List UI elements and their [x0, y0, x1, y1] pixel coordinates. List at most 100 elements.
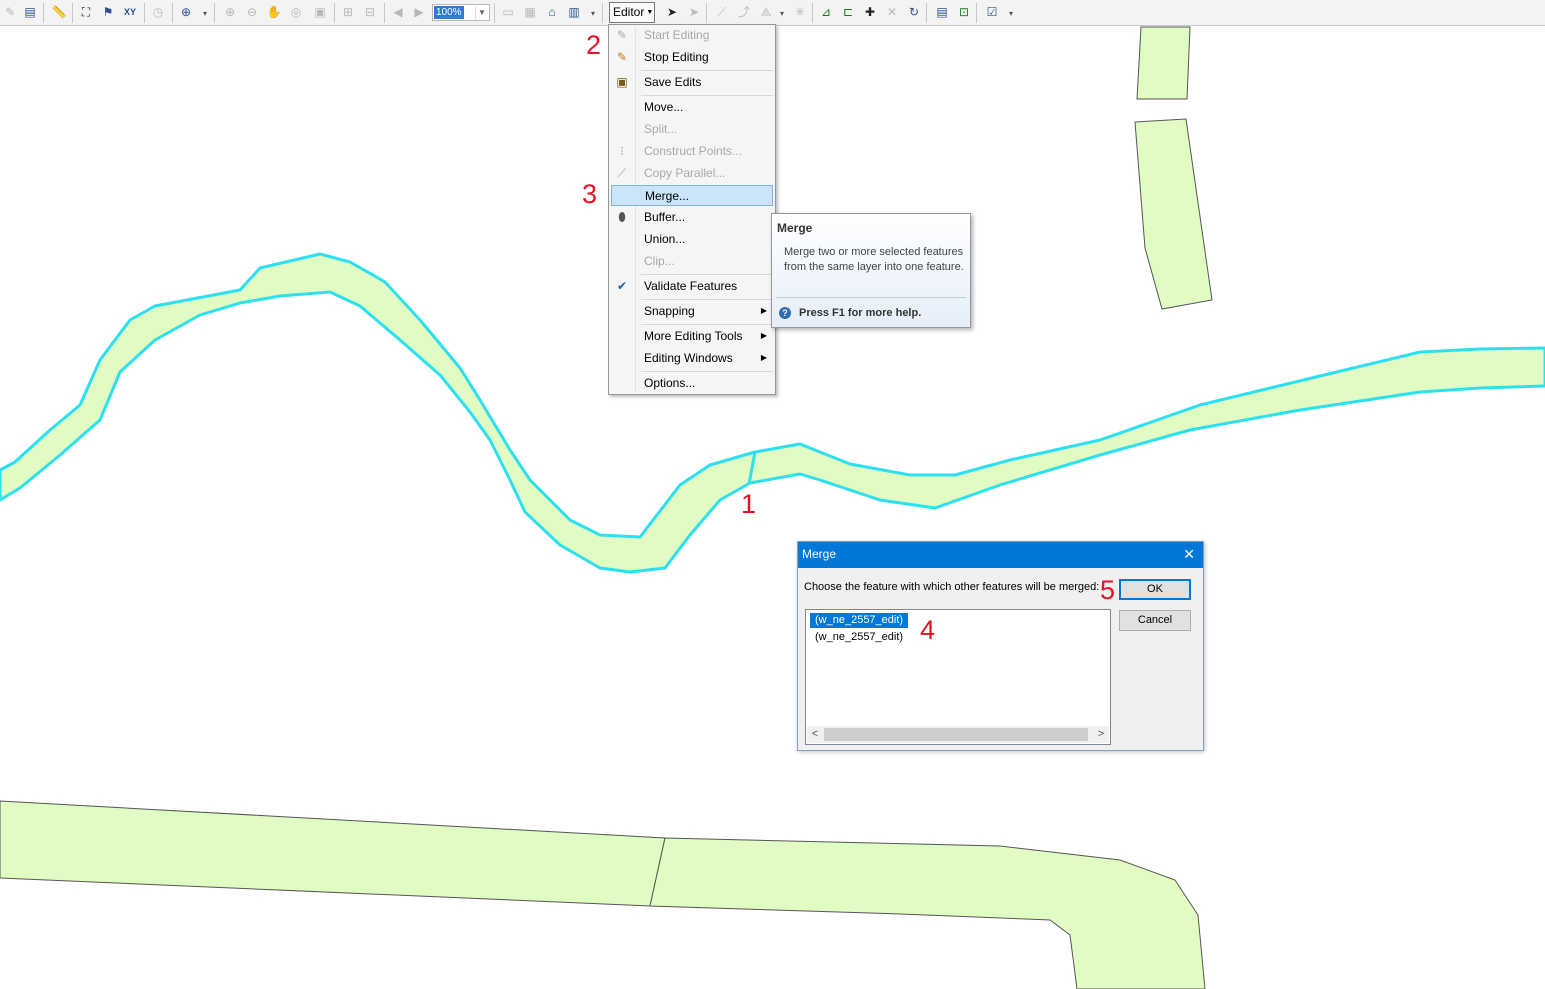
sketch-properties-icon[interactable]: ⊡: [956, 4, 972, 20]
attributes-icon[interactable]: ▤: [934, 4, 950, 20]
reshape-feature-icon[interactable]: ⊏: [840, 4, 856, 20]
feature-listbox[interactable]: (w_ne_2557_edit) (w_ne_2557_edit) < >: [805, 609, 1111, 745]
help-icon: ?: [779, 307, 791, 319]
split-tool-icon[interactable]: ✕: [884, 4, 900, 20]
ok-button[interactable]: OK: [1119, 579, 1191, 600]
toolbar-separator: [43, 3, 44, 23]
map-feature-polygon[interactable]: [0, 800, 666, 907]
toolbar-separator: [214, 3, 215, 23]
cut-polygons-icon[interactable]: ✚: [862, 4, 878, 20]
menu-item-construct-points[interactable]: ⁝ Construct Points...: [611, 141, 773, 162]
end-point-arc-icon[interactable]: ⤴: [736, 4, 752, 20]
create-features-icon[interactable]: ☑: [984, 4, 1000, 20]
buffer-icon: ⬮: [618, 210, 626, 224]
zoom-in-icon[interactable]: ⊕: [222, 4, 238, 20]
copy-parallel-icon: ⟋: [617, 166, 627, 180]
toolbar-separator: [334, 3, 335, 23]
chevron-down-icon: ▼: [646, 9, 654, 17]
menu-item-start-editing[interactable]: ✎ Start Editing: [611, 25, 773, 46]
toolbar-separator: [926, 3, 927, 23]
menu-item-options[interactable]: Options...: [611, 373, 773, 394]
menu-item-copy-parallel[interactable]: ⟋ Copy Parallel...: [611, 163, 773, 184]
tooltip-title: Merge: [777, 221, 813, 235]
html-popup-icon[interactable]: ▤: [22, 4, 38, 20]
create-viewer-icon[interactable]: ⊕: [178, 4, 194, 20]
point-tool-icon[interactable]: ✳: [792, 4, 808, 20]
data-driven-pages-icon[interactable]: ▥: [566, 4, 582, 20]
editor-menu-label: Editor: [613, 5, 645, 19]
menu-item-editing-windows[interactable]: Editing Windows ▶: [611, 348, 773, 369]
menu-item-more-editing-tools[interactable]: More Editing Tools ▶: [611, 326, 773, 347]
stop-editing-icon: ✎: [616, 50, 628, 64]
map-feature-polygon[interactable]: [649, 837, 1206, 989]
dialog-prompt: Choose the feature with which other feat…: [804, 581, 1100, 593]
step-annotation-2: 2: [586, 30, 602, 60]
toolbar-overflow-icon[interactable]: ▾: [777, 6, 787, 22]
menu-item-label: Clip...: [644, 254, 675, 268]
menu-item-move[interactable]: Move...: [611, 97, 773, 118]
menu-item-split[interactable]: Split...: [611, 119, 773, 140]
toolbar-separator: [384, 3, 385, 23]
next-extent-icon[interactable]: ▶: [411, 4, 427, 20]
zoom-to-page-icon[interactable]: ▣: [312, 4, 328, 20]
toolbar-separator: [706, 3, 707, 23]
cancel-button[interactable]: Cancel: [1119, 610, 1191, 631]
close-icon[interactable]: ✕: [1183, 546, 1195, 562]
fixed-zoom-out-icon[interactable]: ⊟: [362, 4, 378, 20]
horizontal-scrollbar[interactable]: < >: [807, 726, 1109, 743]
menu-item-label: Buffer...: [644, 210, 686, 224]
edit-vertices-icon[interactable]: ⊿: [818, 4, 834, 20]
toolbar-overflow-icon[interactable]: ▾: [1006, 6, 1016, 22]
previous-extent-icon[interactable]: ◀: [390, 4, 406, 20]
find-binoculars-icon[interactable]: ⛶: [78, 4, 94, 20]
editor-menu-button[interactable]: Editor ▼: [609, 2, 655, 23]
edit-annotation-icon[interactable]: ➤: [686, 4, 702, 20]
menu-item-buffer[interactable]: ⬮ Buffer...: [611, 207, 773, 228]
toolbar-separator: [144, 3, 145, 23]
fixed-zoom-in-icon[interactable]: ⊞: [340, 4, 356, 20]
step-annotation-4: 4: [920, 615, 936, 645]
list-item[interactable]: (w_ne_2557_edit): [810, 613, 909, 628]
sketch-icon[interactable]: ✎: [2, 4, 18, 20]
list-item[interactable]: (w_ne_2557_edit): [810, 630, 908, 645]
menu-separator: [641, 324, 773, 325]
full-extent-icon[interactable]: ◎: [288, 4, 304, 20]
toggle-draft-icon[interactable]: ▭: [500, 4, 516, 20]
scroll-left-icon[interactable]: <: [807, 726, 823, 743]
map-feature-polygon[interactable]: [1136, 26, 1191, 100]
zoom-out-icon[interactable]: ⊖: [244, 4, 260, 20]
dialog-title: Merge: [802, 547, 837, 561]
menu-item-stop-editing[interactable]: ✎ Stop Editing: [611, 47, 773, 68]
menu-item-validate-features[interactable]: ✔ Validate Features: [611, 276, 773, 297]
time-slider-icon[interactable]: ◷: [150, 4, 166, 20]
straight-segment-icon[interactable]: ⟋: [714, 4, 730, 20]
measure-icon[interactable]: 📏: [51, 4, 67, 20]
edit-tool-icon[interactable]: ➤: [664, 4, 680, 20]
menu-item-union[interactable]: Union...: [611, 229, 773, 250]
toolbar-overflow-icon[interactable]: ▾: [200, 6, 210, 22]
submenu-arrow-icon: ▶: [760, 353, 767, 362]
zoom-level-value: 100%: [434, 6, 464, 19]
pan-icon[interactable]: ✋: [266, 4, 282, 20]
menu-item-merge[interactable]: Merge...: [611, 185, 773, 206]
map-feature-polygon[interactable]: [1134, 118, 1213, 310]
menu-item-save-edits[interactable]: ▣ Save Edits: [611, 72, 773, 93]
rotate-tool-icon[interactable]: ↻: [906, 4, 922, 20]
tooltip-help-text: Press F1 for more help.: [799, 307, 922, 319]
focus-frame-icon[interactable]: ▦: [522, 4, 538, 20]
menu-item-label: Merge...: [645, 189, 690, 203]
scroll-right-icon[interactable]: >: [1093, 726, 1109, 743]
menu-item-clip[interactable]: Clip...: [611, 251, 773, 272]
toolbar-overflow-icon[interactable]: ▾: [588, 6, 598, 22]
menu-item-label: Snapping: [644, 304, 695, 318]
find-route-icon[interactable]: ⚑: [100, 4, 116, 20]
menu-item-snapping[interactable]: Snapping ▶: [611, 301, 773, 322]
zoom-level-combo[interactable]: 100% ▼: [432, 4, 490, 21]
scrollbar-thumb[interactable]: [824, 728, 1088, 741]
trace-icon[interactable]: ⟁: [758, 4, 774, 20]
step-annotation-1: 1: [741, 489, 757, 519]
chevron-down-icon[interactable]: ▼: [475, 6, 488, 19]
dialog-titlebar[interactable]: Merge ✕: [798, 542, 1203, 568]
go-to-xy-icon[interactable]: XY: [122, 4, 138, 20]
change-layout-icon[interactable]: ⌂: [544, 4, 560, 20]
